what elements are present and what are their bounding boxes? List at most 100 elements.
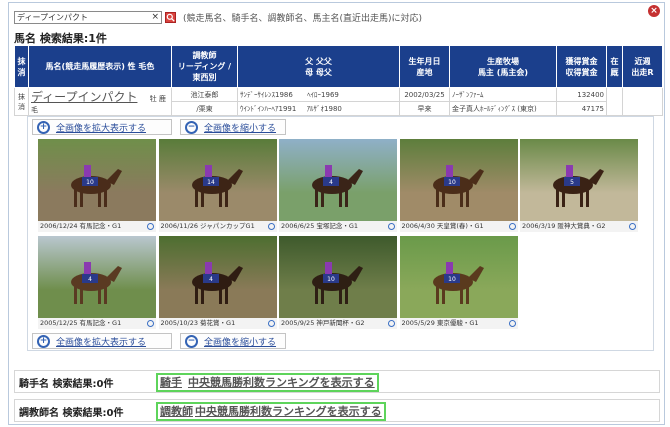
zoom-out-icon: − [185,334,198,348]
zoom-in-all-button-bottom[interactable]: + 全画像を拡大表示する [32,333,172,349]
saddle-number: 4 [209,276,213,283]
photo-caption: 2006/4/30 天皇賞(春)・G1 [399,221,518,232]
photo-caption-text: 2006/3/19 阪神大賞典・G2 [522,222,606,230]
col-active: 在 厩 [606,45,623,88]
photo-caption: 2006/6/25 宝塚記念・G1 [279,221,397,232]
photo-caption-text: 2006/6/25 宝塚記念・G1 [281,222,359,230]
jockey-section-title: 騎手名 検索結果:0件 [19,379,114,390]
photo-caption-text: 2006/4/30 天皇賞(春)・G1 [401,222,484,230]
search-input-value: ディープインパクト [17,12,88,22]
photo-thumbnail[interactable]: 4 2005/10/23 菊花賞・G1 [158,236,277,330]
magnify-icon[interactable] [629,223,636,230]
horse-silhouette-icon: 10 [432,262,484,304]
trainer-name: 池江泰郎 [171,87,238,102]
saddle-number: 4 [329,179,333,186]
magnify-icon[interactable] [388,223,395,230]
dam-cell: ｳｲﾝﾄﾞｲﾝﾊｰﾍｱ1991 ｱﾙｻﾞｵ1980 [237,101,400,116]
horse-silhouette-icon: 10 [432,165,484,207]
saddle-number: 10 [448,276,456,283]
search-icon [166,13,175,22]
horse-section-title: 馬名 検索結果:1件 [14,32,107,45]
magnify-icon[interactable] [267,223,275,230]
horse-photo[interactable]: 5 [520,139,638,221]
horse-name-cell: ディープインパクト 牡 鹿毛 [28,87,172,116]
photo-thumbnail[interactable]: 10 2006/12/24 有馬記念・G1 [38,139,156,233]
photo-caption: 2005/9/25 神戸新聞杯・G2 [279,318,397,329]
horse-photo[interactable]: 10 [38,139,156,221]
sire: ｻﾝﾃﾞｰｻｲﾚﾝｽ1986 [240,90,293,99]
zoom-out-all-button-bottom[interactable]: − 全画像を縮小する [180,333,286,349]
magnify-icon[interactable] [388,320,395,327]
zoom-in-icon: + [37,334,50,348]
col-recent: 近週 出走R [622,45,663,88]
active-cell [606,87,623,116]
clear-icon[interactable]: × [151,12,159,23]
horse-photo[interactable]: 10 [399,236,518,318]
retired-mark: 抹消 [14,87,29,116]
horse-silhouette-icon: 4 [191,262,243,304]
photo-thumbnail[interactable]: 14 2006/11/26 ジャパンカップG1 [158,139,277,233]
col-birth: 生年月日 産地 [399,45,450,88]
saddle-number: 14 [207,179,215,186]
horse-silhouette-icon: 5 [553,165,604,207]
zoom-out-all-button[interactable]: − 全画像を縮小する [180,119,286,135]
photo-caption: 2005/10/23 菊花賞・G1 [158,318,277,329]
earned-money: 47175 [556,101,607,116]
search-panel: × ディープインパクト × (競走馬名、騎手名、調教師名、馬主名(直近出走馬)に… [8,2,665,425]
dam: ｳｲﾝﾄﾞｲﾝﾊｰﾍｱ1991 [240,104,297,113]
horse-name-link[interactable]: ディープインパクト [31,90,137,104]
photo-thumbnail[interactable]: 10 2005/5/29 東京優駿・G1 [399,236,518,330]
photo-caption-text: 2005/12/25 有馬記念・G1 [40,319,122,327]
photo-caption-text: 2006/11/26 ジャパンカップG1 [160,222,255,230]
magnify-icon[interactable] [508,320,516,327]
col-farm: 生産牧場 馬主 (馬主会) [449,45,557,88]
photo-caption-text: 2005/10/23 菊花賞・G1 [160,319,236,327]
photo-caption: 2006/3/19 阪神大賞典・G2 [520,221,638,232]
photo-thumbnail[interactable]: 5 2006/3/19 阪神大賞典・G2 [520,139,638,233]
photo-caption-text: 2006/12/24 有馬記念・G1 [40,222,122,230]
horse-photo[interactable]: 4 [279,139,397,221]
magnify-icon[interactable] [147,320,154,327]
search-button[interactable] [165,11,176,23]
photo-thumbnail[interactable]: 4 2005/12/25 有馬記念・G1 [38,236,156,330]
col-name: 馬名(競走馬履歴表示) 性 毛色 [28,45,172,88]
horse-result-table: 抹消 馬名(競走馬履歴表示) 性 毛色 調教師 リーディング / 東西別 父 父… [14,45,663,116]
owner-name: 金子真人ﾎｰﾙﾃﾞｨﾝｸﾞｽ (東京) [449,101,557,116]
zoom-in-all-button[interactable]: + 全画像を拡大表示する [32,119,172,135]
birthplace: 早来 [399,101,450,116]
horse-photo[interactable]: 4 [38,236,156,318]
trainer-ranking-link[interactable]: 調教師 中央競馬勝利数ランキングを表示する [156,402,386,421]
horse-photo[interactable]: 10 [279,236,397,318]
horse-photo[interactable]: 4 [158,236,277,318]
photo-gallery: + 全画像を拡大表示する − 全画像を縮小する 10 2006/12/24 有馬記… [27,116,654,351]
saddle-number: 5 [570,179,574,186]
photo-caption-text: 2005/5/29 東京優駿・G1 [401,319,479,327]
magnify-icon[interactable] [267,320,275,327]
jockey-ranking-link[interactable]: 騎手 中央競馬勝利数ランキングを表示する [156,373,379,392]
photo-thumbnail[interactable]: 4 2006/6/25 宝塚記念・G1 [279,139,397,233]
horse-photo[interactable]: 10 [399,139,518,221]
saddle-number: 10 [448,179,456,186]
search-input[interactable]: ディープインパクト × [14,10,162,24]
recent-cell [622,87,663,116]
horse-silhouette-icon: 4 [71,262,122,304]
jockey-section: 騎手名 検索結果:0件 騎手 中央競馬勝利数ランキングを表示する [14,370,660,393]
col-mark: 抹消 [14,45,29,88]
close-icon[interactable]: × [648,5,660,17]
horse-photo[interactable]: 14 [158,139,277,221]
sire-cell: ｻﾝﾃﾞｰｻｲﾚﾝｽ1986 ﾍｲﾛｰ1969 [237,87,400,102]
magnify-icon[interactable] [508,223,516,230]
photo-caption: 2005/12/25 有馬記念・G1 [38,318,156,329]
photo-thumbnail[interactable]: 10 2005/9/25 神戸新聞杯・G2 [279,236,397,330]
photo-thumbnail[interactable]: 10 2006/4/30 天皇賞(春)・G1 [399,139,518,233]
col-pedigree: 父 父父 母 母父 [237,45,400,88]
table-header-row: 抹消 馬名(競走馬履歴表示) 性 毛色 調教師 リーディング / 東西別 父 父… [14,45,663,88]
zoom-in-icon: + [37,120,50,134]
horse-silhouette-icon: 10 [71,165,122,207]
table-row: 抹消 ディープインパクト 牡 鹿毛 池江泰郎 ｻﾝﾃﾞｰｻｲﾚﾝｽ1986 ﾍｲ… [14,87,663,116]
saddle-number: 4 [88,276,92,283]
horse-silhouette-icon: 14 [191,165,243,207]
saddle-number: 10 [327,276,335,283]
trainer-section: 調教師名 検索結果:0件 調教師 中央競馬勝利数ランキングを表示する [14,399,660,422]
magnify-icon[interactable] [147,223,154,230]
